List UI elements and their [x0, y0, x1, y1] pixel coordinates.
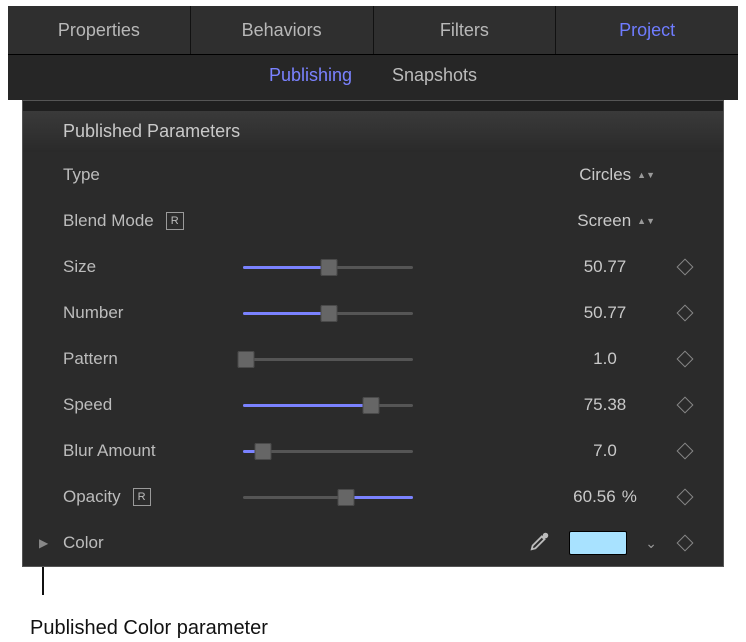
popup-arrows-icon: ▲▼: [637, 172, 655, 178]
keyframe-icon[interactable]: [677, 489, 694, 506]
bluramount-value[interactable]: 7.0: [545, 441, 665, 461]
callout-leader-line: [42, 567, 44, 595]
project-subtabs: Publishing Snapshots: [8, 55, 738, 100]
param-label: Number: [63, 303, 123, 323]
param-row-pattern: Pattern 1.0: [23, 336, 723, 382]
param-row-speed: Speed 75.38: [23, 382, 723, 428]
param-label: Opacity: [63, 487, 121, 507]
param-label: Color: [63, 533, 104, 553]
section-header: Published Parameters: [23, 111, 723, 152]
param-label: Blend Mode: [63, 211, 154, 231]
param-label: Speed: [63, 395, 112, 415]
blendmode-popup[interactable]: Screen ▲▼: [577, 211, 655, 231]
keyframe-icon[interactable]: [677, 535, 694, 552]
opacity-slider[interactable]: [243, 487, 413, 507]
subtab-publishing[interactable]: Publishing: [269, 65, 352, 86]
param-row-color: ▶ Color ⌄: [23, 520, 723, 566]
number-slider[interactable]: [243, 303, 413, 323]
blendmode-value: Screen: [577, 211, 631, 231]
param-label: Pattern: [63, 349, 118, 369]
type-value: Circles: [579, 165, 631, 185]
pattern-value[interactable]: 1.0: [545, 349, 665, 369]
param-row-number: Number 50.77: [23, 290, 723, 336]
published-params-inspector: Published Parameters Type Circles ▲▼ Ble…: [22, 100, 724, 567]
size-value[interactable]: 50.77: [545, 257, 665, 277]
param-row-blendmode: Blend Mode R Screen ▲▼: [23, 198, 723, 244]
param-row-opacity: Opacity R 60.56%: [23, 474, 723, 520]
tab-behaviors[interactable]: Behaviors: [191, 6, 374, 54]
subtab-snapshots[interactable]: Snapshots: [392, 65, 477, 86]
type-popup[interactable]: Circles ▲▼: [579, 165, 655, 185]
keyframe-icon[interactable]: [677, 351, 694, 368]
keyframe-icon[interactable]: [677, 443, 694, 460]
speed-value[interactable]: 75.38: [545, 395, 665, 415]
param-label: Size: [63, 257, 96, 277]
bluramount-slider[interactable]: [243, 441, 413, 461]
popup-arrows-icon: ▲▼: [637, 218, 655, 224]
tab-project[interactable]: Project: [556, 6, 738, 54]
speed-slider[interactable]: [243, 395, 413, 415]
keyframe-icon[interactable]: [677, 259, 694, 276]
color-swatch[interactable]: [569, 531, 627, 555]
callout-label: Published Color parameter: [30, 617, 746, 640]
param-label: Blur Amount: [63, 441, 156, 461]
eyedropper-icon[interactable]: [529, 530, 551, 557]
reset-badge[interactable]: R: [166, 212, 184, 230]
size-slider[interactable]: [243, 257, 413, 277]
pattern-slider[interactable]: [243, 349, 413, 369]
param-label: Type: [63, 165, 100, 185]
disclosure-triangle-icon[interactable]: ▶: [39, 536, 48, 550]
opacity-value[interactable]: 60.56%: [545, 487, 665, 507]
chevron-down-icon[interactable]: ⌄: [645, 535, 657, 552]
number-value[interactable]: 50.77: [545, 303, 665, 323]
reset-badge[interactable]: R: [133, 488, 151, 506]
keyframe-icon[interactable]: [677, 305, 694, 322]
param-row-type: Type Circles ▲▼: [23, 152, 723, 198]
tab-filters[interactable]: Filters: [374, 6, 557, 54]
tab-properties[interactable]: Properties: [8, 6, 191, 54]
param-row-bluramount: Blur Amount 7.0: [23, 428, 723, 474]
inspector-panel: Properties Behaviors Filters Project Pub…: [8, 6, 738, 567]
keyframe-icon[interactable]: [677, 397, 694, 414]
param-row-size: Size 50.77: [23, 244, 723, 290]
main-tabbar: Properties Behaviors Filters Project: [8, 6, 738, 55]
